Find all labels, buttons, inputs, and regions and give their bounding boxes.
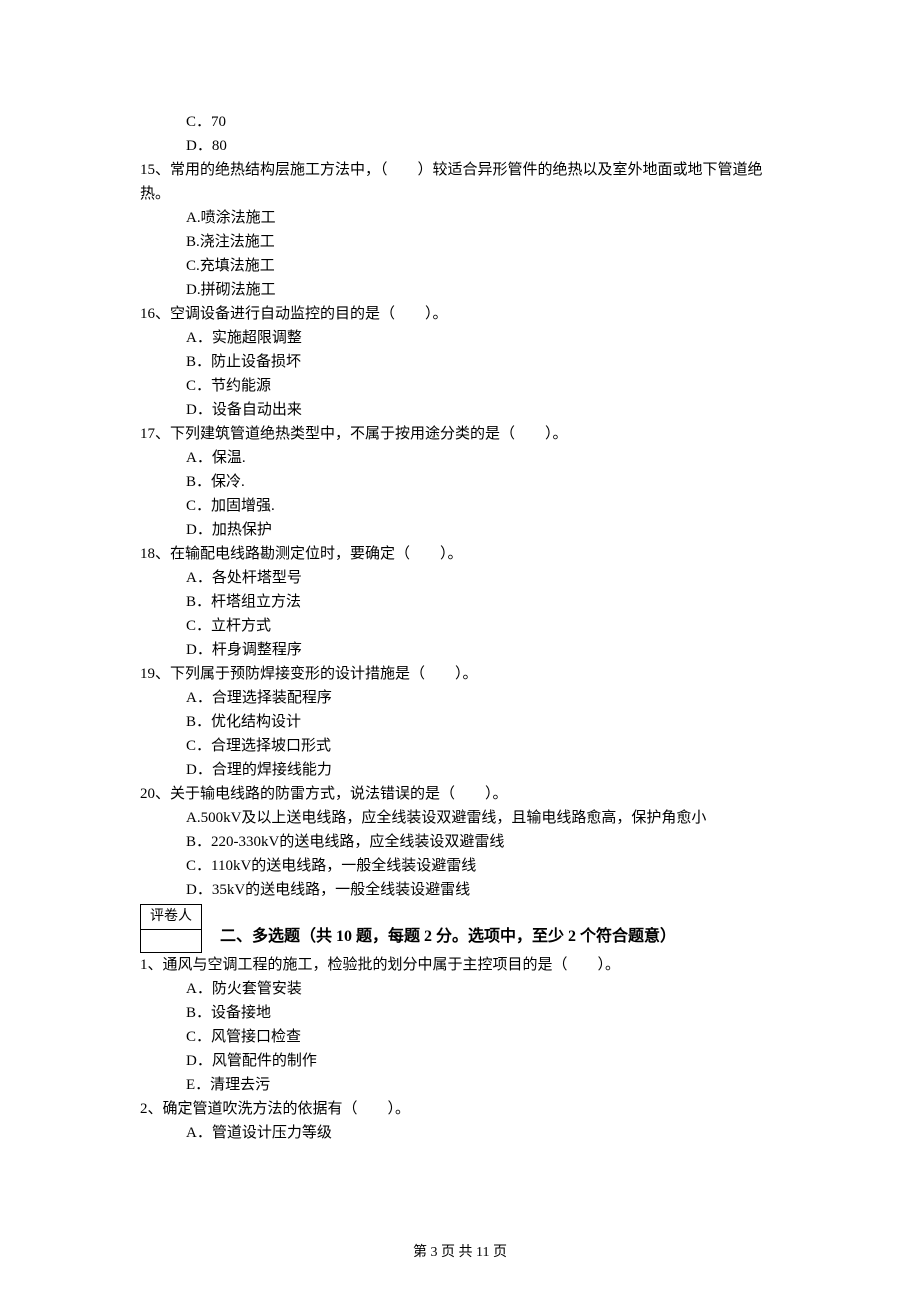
grader-label: 评卷人 <box>141 905 202 930</box>
q15-option-b: B.浇注法施工 <box>140 230 780 254</box>
mq2-option-a: A．管道设计压力等级 <box>140 1121 780 1145</box>
q18-option-a: A．各处杆塔型号 <box>140 566 780 590</box>
section2-title: 二、多选题（共 10 题，每题 2 分。选项中，至少 2 个符合题意） <box>202 908 676 950</box>
q19-text: 19、下列属于预防焊接变形的设计措施是（ ）。 <box>140 662 780 686</box>
page-footer: 第 3 页 共 11 页 <box>0 1242 920 1264</box>
q15-text: 15、常用的绝热结构层施工方法中，（ ）较适合异形管件的绝热以及室外地面或地下管… <box>140 158 780 206</box>
mq1-option-b: B．设备接地 <box>140 1001 780 1025</box>
q17-option-a: A．保温. <box>140 446 780 470</box>
q19-option-a: A．合理选择装配程序 <box>140 686 780 710</box>
q16-option-a: A．实施超限调整 <box>140 326 780 350</box>
mq1-option-d: D．风管配件的制作 <box>140 1049 780 1073</box>
q15-option-a: A.喷涂法施工 <box>140 206 780 230</box>
q17-option-b: B．保冷. <box>140 470 780 494</box>
grader-blank <box>141 930 202 953</box>
q14-option-c: C．70 <box>140 110 780 134</box>
q17-option-d: D．加热保护 <box>140 518 780 542</box>
q16-option-c: C．节约能源 <box>140 374 780 398</box>
q20-option-b: B．220-330kV的送电线路，应全线装设双避雷线 <box>140 830 780 854</box>
q20-text: 20、关于输电线路的防雷方式，说法错误的是（ ）。 <box>140 782 780 806</box>
q16-option-b: B．防止设备损坏 <box>140 350 780 374</box>
mq1-text: 1、通风与空调工程的施工，检验批的划分中属于主控项目的是（ ）。 <box>140 953 780 977</box>
q19-option-d: D．合理的焊接线能力 <box>140 758 780 782</box>
q19-option-c: C．合理选择坡口形式 <box>140 734 780 758</box>
q17-text: 17、下列建筑管道绝热类型中，不属于按用途分类的是（ ）。 <box>140 422 780 446</box>
q15-option-c: C.充填法施工 <box>140 254 780 278</box>
q15-option-d: D.拼砌法施工 <box>140 278 780 302</box>
q19-option-b: B．优化结构设计 <box>140 710 780 734</box>
q20-option-d: D．35kV的送电线路，一般全线装设避雷线 <box>140 878 780 902</box>
q18-option-d: D．杆身调整程序 <box>140 638 780 662</box>
q17-option-c: C．加固增强. <box>140 494 780 518</box>
q16-text: 16、空调设备进行自动监控的目的是（ ）。 <box>140 302 780 326</box>
q18-option-c: C．立杆方式 <box>140 614 780 638</box>
mq1-option-e: E．清理去污 <box>140 1073 780 1097</box>
q14-option-d: D．80 <box>140 134 780 158</box>
q20-option-c: C．110kV的送电线路，一般全线装设避雷线 <box>140 854 780 878</box>
mq2-text: 2、确定管道吹洗方法的依据有（ ）。 <box>140 1097 780 1121</box>
q18-text: 18、在输配电线路勘测定位时，要确定（ ）。 <box>140 542 780 566</box>
q18-option-b: B．杆塔组立方法 <box>140 590 780 614</box>
q16-option-d: D．设备自动出来 <box>140 398 780 422</box>
section-header-row: 评卷人 二、多选题（共 10 题，每题 2 分。选项中，至少 2 个符合题意） <box>140 904 780 953</box>
mq1-option-c: C．风管接口检查 <box>140 1025 780 1049</box>
exam-page: C．70 D．80 15、常用的绝热结构层施工方法中，（ ）较适合异形管件的绝热… <box>0 0 920 1302</box>
q20-option-a: A.500kV及以上送电线路，应全线装设双避雷线，且输电线路愈高，保护角愈小 <box>140 806 780 830</box>
mq1-option-a: A．防火套管安装 <box>140 977 780 1001</box>
grader-box: 评卷人 <box>140 904 202 953</box>
